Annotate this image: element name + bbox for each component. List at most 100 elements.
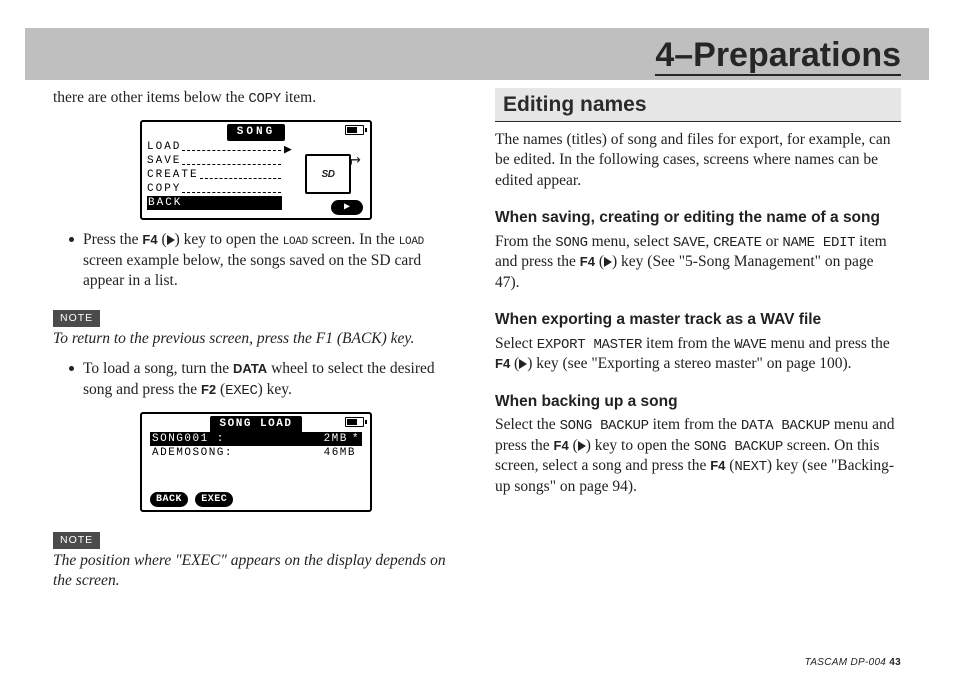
right-column: Editing names The names (titles) of song… [495,88,901,646]
lcd-cursor-arrow: ▶ [284,141,292,158]
lcd-item: SAVE [147,154,181,169]
paragraph: Select EXPORT MASTER item from the WAVE … [495,334,901,375]
text: menu, select [588,233,673,250]
page-number: 43 [889,657,901,668]
subheading: When saving, creating or editing the nam… [495,209,901,228]
code: DATA BACKUP [741,418,830,434]
text: ) key (see "Exporting a stereo master" o… [527,355,851,372]
text: ( [216,381,225,398]
battery-icon [345,417,364,427]
text: ( [510,355,519,372]
section-intro: The names (titles) of song and files for… [495,130,901,191]
lcd-softkey: EXEC [195,492,233,507]
key-label: DATA [233,361,267,376]
subheading: When backing up a song [495,393,901,412]
code: SONG [555,235,587,251]
lcd-title-text: SONG [227,124,285,141]
note-tag: NOTE [53,310,100,327]
key-label: F4 [495,356,510,371]
song-name: ADEMOSONG: [150,446,233,461]
text: ) key to open the [586,437,694,454]
lcd-footer: ▶ [331,199,363,215]
sd-label: SD [322,168,335,181]
text: ) key. [258,381,292,398]
figure-song-menu: SONG LOAD SAVE CREATE COPY BACK ▶ ↵ SD ▶ [53,120,459,220]
text: there are other items below the [53,89,248,106]
text: Select the [495,416,560,433]
code: LOAD [283,236,308,248]
code: COPY [248,91,280,107]
bullet-item: Press the F4 () key to open the LOAD scr… [71,230,459,291]
key-label: F4 [580,254,595,269]
text: To load a song, turn the [83,360,233,377]
key-label: F4 [554,438,569,453]
subheading: When exporting a master track as a WAV f… [495,311,901,330]
text: menu and press the [767,335,890,352]
song-size: 2MB [324,432,352,447]
song-star: * [352,432,362,447]
lcd-title-text: SONG LOAD [210,416,303,433]
page-footer: TASCAM DP-004 43 [805,657,901,668]
song-size: 46MB [324,446,360,461]
lcd-title: SONG [142,124,370,141]
code: SONG BACKUP [560,418,649,434]
lcd-row-selected: BACK [147,196,282,210]
text: From the [495,233,555,250]
text: ( [595,253,604,270]
lcd-row: CREATE [147,168,282,182]
product-name: TASCAM DP-004 [805,657,887,668]
song-name: SONG001 : [150,432,225,447]
text: ( [158,231,167,248]
intro-line: there are other items below the COPY ite… [53,88,459,108]
text: , [705,233,713,250]
code: CREATE [713,235,762,251]
paragraph: Select the SONG BACKUP item from the DAT… [495,415,901,497]
lcd-row: SAVE [147,154,282,168]
chapter-title: 4–Preparations [655,38,901,76]
bullet-list: To load a song, turn the DATA wheel to s… [71,359,459,400]
code: WAVE [734,337,766,353]
text: Press the [83,231,142,248]
lcd-song-list: SONG001 : 2MB * ADEMOSONG: 46MB [150,432,362,460]
left-column: there are other items below the COPY ite… [53,88,459,646]
lcd-song-row-selected: SONG001 : 2MB * [150,432,362,446]
text: Select [495,335,537,352]
lcd-screen-1: SONG LOAD SAVE CREATE COPY BACK ▶ ↵ SD ▶ [140,120,372,220]
lcd-footer: BACK EXEC [150,491,233,507]
lcd-song-row: ADEMOSONG: 46MB [150,446,362,460]
code: EXPORT MASTER [537,337,642,353]
lcd-row: LOAD [147,140,282,154]
lcd-row: COPY [147,182,282,196]
text: screen. In the [308,231,399,248]
battery-icon [345,125,364,135]
note-body: The position where "EXEC" appears on the… [53,551,459,592]
play-icon [167,235,175,245]
text: item from the [649,416,741,433]
code: NAME EDIT [782,235,855,251]
play-icon [578,441,586,451]
text: or [762,233,783,250]
lcd-item: CREATE [147,168,199,183]
code: NEXT [734,459,766,475]
section-heading: Editing names [495,88,901,122]
page-content: there are other items below the COPY ite… [53,88,901,646]
text: ) key to open the [175,231,283,248]
sd-card-icon: ↵ SD [305,148,363,200]
text: item. [281,89,316,106]
paragraph: From the SONG menu, select SAVE, CREATE … [495,232,901,293]
lcd-softkey: BACK [150,492,188,507]
figure-song-load: SONG LOAD SONG001 : 2MB * ADEMOSONG: 46M… [53,412,459,512]
lcd-item: BACK [148,196,182,211]
lcd-menu-list: LOAD SAVE CREATE COPY BACK [147,140,282,210]
lcd-item: COPY [147,182,181,197]
text: screen example below, the songs saved on… [83,252,421,289]
note-body: To return to the previous screen, press … [53,329,459,349]
text: ( [569,437,578,454]
code: SAVE [673,235,705,251]
code: LOAD [399,236,424,248]
play-icon [604,257,612,267]
text: item from the [642,335,734,352]
code: SONG BACKUP [694,439,783,455]
key-label: F4 [710,458,725,473]
lcd-screen-2: SONG LOAD SONG001 : 2MB * ADEMOSONG: 46M… [140,412,372,512]
